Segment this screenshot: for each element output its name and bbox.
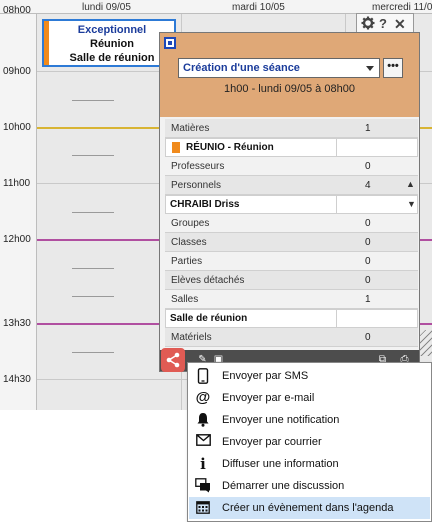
- menu-item-label: Envoyer par SMS: [222, 370, 309, 382]
- row-personnels[interactable]: Personnels 4 ▲: [165, 176, 418, 195]
- session-panel: Création d'une séance ••• 1h00 - lundi 0…: [159, 32, 420, 372]
- menu-item-label: Envoyer par e-mail: [222, 392, 315, 404]
- row-classes[interactable]: Classes 0: [165, 233, 418, 252]
- help-icon[interactable]: ?: [379, 16, 387, 31]
- half-hour-mark: [72, 352, 114, 353]
- share-menu: Envoyer par SMS @ Envoyer par e-mail Env…: [187, 362, 432, 522]
- hatched-slot: [418, 330, 432, 356]
- personnel-item[interactable]: CHRAIBI Driss ▼: [165, 195, 418, 214]
- row-count: 1: [365, 294, 371, 305]
- row-label: Professeurs: [171, 161, 225, 172]
- menu-item-information[interactable]: i Diffuser une information: [189, 453, 430, 475]
- row-label: Groupes: [171, 218, 210, 229]
- gear-icon[interactable]: [361, 16, 375, 33]
- half-hour-mark: [72, 155, 114, 156]
- row-label: Parties: [171, 256, 203, 267]
- share-icon: [166, 352, 180, 368]
- row-label: Personnels: [171, 180, 222, 191]
- menu-item-courrier[interactable]: Envoyer par courrier: [189, 431, 430, 453]
- row-salles[interactable]: Salles 1: [165, 290, 418, 309]
- row-count: 0: [365, 218, 371, 229]
- time-column: 08h00 09h00 10h00 11h00 12h00 13h30 14h3…: [0, 5, 37, 410]
- row-materiels[interactable]: Matériels 0: [165, 328, 418, 347]
- event-subject: Réunion: [90, 38, 134, 50]
- menu-item-agenda[interactable]: Créer un évènement dans l'agenda: [189, 497, 430, 519]
- more-options-button[interactable]: •••: [383, 58, 403, 78]
- scroll-down-icon[interactable]: ▼: [407, 199, 416, 209]
- column-divider: [336, 310, 337, 327]
- menu-item-discussion[interactable]: Démarrer une discussion: [189, 475, 430, 497]
- row-professeurs[interactable]: Professeurs 0: [165, 157, 418, 176]
- salle-item[interactable]: Salle de réunion: [165, 309, 418, 328]
- event-color-bar: [44, 21, 49, 65]
- course-event[interactable]: Exceptionnel Réunion Salle de réunion: [42, 19, 176, 67]
- half-hour-mark: [72, 212, 114, 213]
- matiere-item[interactable]: RÉUNIO - Réunion: [165, 138, 418, 157]
- menu-item-label: Envoyer par courrier: [222, 436, 322, 448]
- time-label: 14h30: [3, 374, 31, 385]
- row-label: Matières: [171, 123, 210, 134]
- row-label: Classes: [171, 237, 207, 248]
- at-sign-icon: @: [195, 389, 211, 406]
- event-room: Salle de réunion: [69, 52, 155, 64]
- day-label-tuesday: mardi 10/05: [232, 2, 285, 13]
- envelope-icon: [195, 434, 211, 450]
- menu-item-sms[interactable]: Envoyer par SMS: [189, 365, 430, 387]
- subject-color-tag: [172, 142, 180, 153]
- session-type-value: Création d'une séance: [183, 62, 300, 74]
- scroll-up-icon[interactable]: ▲: [406, 179, 415, 189]
- half-hour-mark: [72, 268, 114, 269]
- salle-name: Salle de réunion: [170, 313, 248, 324]
- close-icon[interactable]: ✕: [394, 16, 406, 33]
- time-label: 13h30: [3, 318, 31, 329]
- row-count: 4: [365, 180, 371, 191]
- time-label: 08h00: [3, 5, 31, 16]
- mobile-phone-icon: [195, 368, 211, 384]
- day-header: lundi 09/05 mardi 10/05 mercredi 11/05: [0, 0, 432, 14]
- menu-item-label: Envoyer une notification: [222, 414, 340, 426]
- menu-item-notification[interactable]: Envoyer une notification: [189, 409, 430, 431]
- time-label: 10h00: [3, 122, 31, 133]
- row-count: 0: [365, 237, 371, 248]
- day-label-monday: lundi 09/05: [82, 2, 131, 13]
- day-label-wednesday: mercredi 11/05: [372, 2, 432, 13]
- column-divider: [336, 139, 337, 156]
- menu-item-label: Démarrer une discussion: [222, 480, 345, 492]
- pin-icon[interactable]: [164, 37, 176, 49]
- row-count: 0: [365, 161, 371, 172]
- row-count: 0: [365, 275, 371, 286]
- row-parties[interactable]: Parties 0: [165, 252, 418, 271]
- column-divider: [336, 196, 337, 213]
- panel-toolbar: ? ✕: [356, 13, 414, 33]
- bell-icon: [195, 412, 211, 428]
- time-label: 11h00: [3, 178, 31, 189]
- half-hour-mark: [72, 296, 114, 297]
- session-datetime: 1h00 - lundi 09/05 à 08h00: [224, 83, 355, 95]
- session-type-select[interactable]: Création d'une séance: [178, 58, 380, 78]
- row-eleves-detaches[interactable]: Elèves détachés 0: [165, 271, 418, 290]
- row-label: Elèves détachés: [171, 275, 245, 286]
- row-label: Salles: [171, 294, 199, 305]
- half-hour-mark: [72, 100, 114, 101]
- chevron-down-icon: [366, 66, 374, 71]
- menu-item-label: Créer un évènement dans l'agenda: [222, 502, 394, 514]
- info-icon: i: [200, 455, 206, 473]
- calendar-icon: [195, 500, 211, 516]
- panel-header: Création d'une séance ••• 1h00 - lundi 0…: [160, 33, 419, 117]
- chat-bubbles-icon: [195, 478, 211, 494]
- row-groupes[interactable]: Groupes 0: [165, 214, 418, 233]
- menu-item-email[interactable]: @ Envoyer par e-mail: [189, 387, 430, 409]
- personnel-name: CHRAIBI Driss: [170, 199, 240, 210]
- share-button[interactable]: [161, 348, 185, 372]
- time-label: 09h00: [3, 66, 31, 77]
- row-label: Matériels: [171, 332, 212, 343]
- row-count: 0: [365, 332, 371, 343]
- menu-item-label: Diffuser une information: [222, 458, 339, 470]
- event-type: Exceptionnel: [77, 24, 147, 36]
- row-matieres[interactable]: Matières 1: [165, 119, 418, 138]
- row-count: 0: [365, 256, 371, 267]
- matiere-name: RÉUNIO - Réunion: [186, 142, 274, 153]
- row-count: 1: [365, 123, 371, 134]
- time-label: 12h00: [3, 234, 31, 245]
